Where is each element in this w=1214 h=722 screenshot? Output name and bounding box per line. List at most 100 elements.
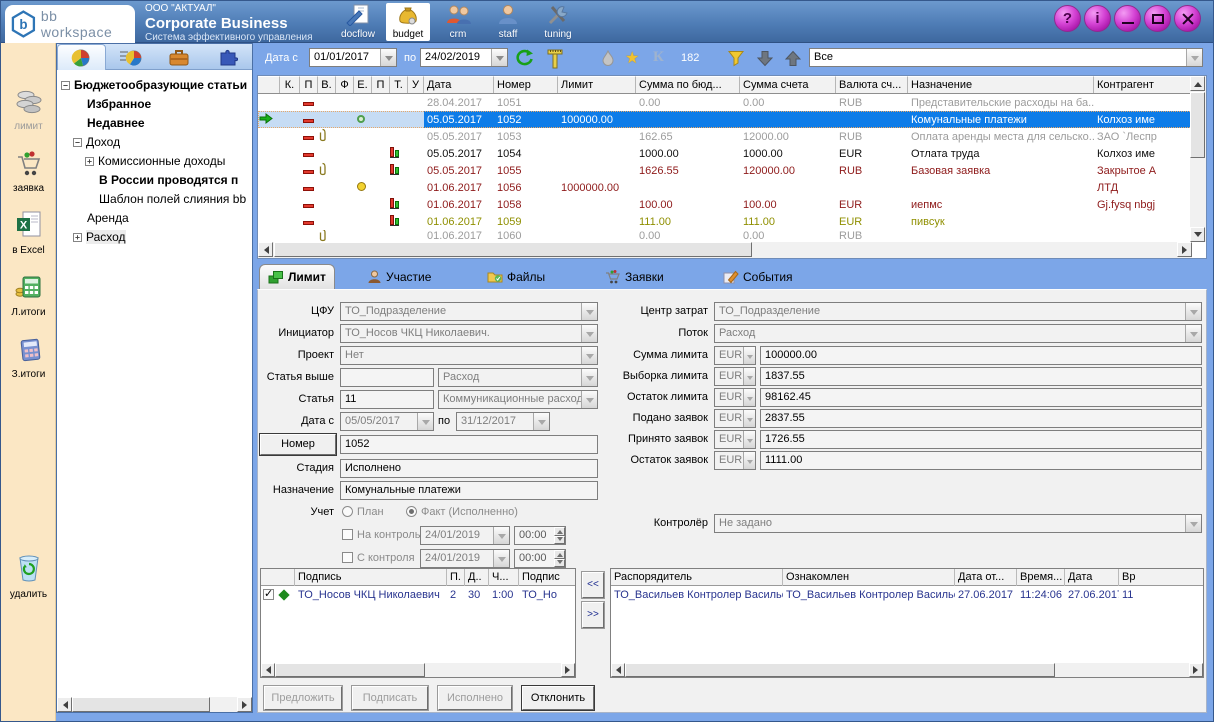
article-number-field[interactable]: 11: [340, 390, 434, 409]
chevron-down-icon[interactable]: [581, 391, 597, 408]
col-t[interactable]: Т.: [390, 76, 408, 93]
tree-horizontal-scrollbar[interactable]: [57, 697, 252, 712]
reject-button[interactable]: Отклонить: [522, 686, 594, 710]
table-row[interactable]: 05.05.2017 1055 1626.55 120000.00 RUB Ба…: [258, 162, 1206, 179]
chevron-down-icon[interactable]: [533, 413, 549, 430]
chevron-down-icon[interactable]: [417, 413, 433, 430]
article-name-select[interactable]: Коммуникационные расходы: [438, 390, 598, 409]
propose-button[interactable]: Предложить: [264, 686, 342, 710]
col-date-from[interactable]: Дата от...: [955, 569, 1017, 586]
tree-tab-reports[interactable]: [106, 44, 155, 70]
requests-submitted-field[interactable]: 2837.55: [760, 409, 1202, 428]
executed-button[interactable]: Исполнено: [438, 686, 512, 710]
tree-item-rent[interactable]: Аренда: [87, 209, 129, 227]
table-row-partial[interactable]: 01.06.2017 1060 0.00 0.00 RUB: [258, 230, 1206, 242]
chevron-down-icon[interactable]: [493, 550, 509, 567]
signatures-horizontal-scrollbar[interactable]: [261, 663, 575, 677]
col-p1[interactable]: П: [300, 76, 318, 93]
col-time[interactable]: Время...: [1017, 569, 1065, 586]
sidebar-item-delete[interactable]: удалить: [1, 555, 56, 600]
col-acknowledged[interactable]: Ознакомлен: [783, 569, 955, 586]
fact-radio[interactable]: Факт (Исполненно): [406, 503, 518, 522]
chevron-down-icon[interactable]: [493, 527, 509, 544]
date-from-picker[interactable]: 01/01/2017: [309, 48, 397, 67]
chevron-down-icon[interactable]: [581, 303, 597, 320]
tree-item-favorites[interactable]: Избранное: [87, 95, 151, 113]
chevron-down-icon[interactable]: [743, 410, 755, 427]
col-number[interactable]: Номер: [494, 76, 558, 93]
spinner-arrows-icon[interactable]: [554, 527, 565, 544]
col-d[interactable]: Д..: [465, 569, 489, 586]
chevron-down-icon[interactable]: [743, 431, 755, 448]
table-row[interactable]: 01.06.2017 1058 100.00 100.00 EUR иепмс …: [258, 196, 1206, 213]
chevron-down-icon[interactable]: [491, 49, 507, 66]
ruler-button[interactable]: [547, 49, 563, 72]
tree-tab-plugins[interactable]: [203, 44, 252, 70]
purpose-field[interactable]: Комунальные платежи: [340, 481, 598, 500]
expander-expand-icon[interactable]: +: [73, 233, 82, 242]
tab-files[interactable]: Файлы: [479, 264, 553, 289]
cfu-select[interactable]: ТО_Подразделение: [340, 302, 598, 321]
tree-item-merge-template[interactable]: Шаблон полей слияния bb: [99, 190, 246, 208]
tree-item-recent[interactable]: Недавнее: [87, 114, 145, 132]
detail-date-to-picker[interactable]: 31/12/2017: [456, 412, 550, 431]
module-budget[interactable]: budget: [386, 3, 430, 41]
col-time2[interactable]: Вр: [1119, 569, 1201, 586]
sign-button[interactable]: Подписать: [352, 686, 428, 710]
signature-row[interactable]: ТО_Носов ЧКЦ Николаевич 2 30 1:00 ТО_Но: [261, 586, 575, 603]
col-manager[interactable]: Распорядитель: [611, 569, 783, 586]
k-button[interactable]: К: [653, 49, 664, 66]
requests-rest-currency[interactable]: EUR: [714, 451, 756, 470]
limit-rest-currency[interactable]: EUR: [714, 388, 756, 407]
fromcontrol-time-spinner[interactable]: 00:00: [514, 549, 566, 568]
chevron-down-icon[interactable]: [581, 325, 597, 342]
checkbox-on-icon[interactable]: [263, 589, 274, 600]
module-staff[interactable]: staff: [486, 3, 530, 41]
initiator-select[interactable]: ТО_Носов ЧКЦ Николаевич.: [340, 324, 598, 343]
tree-item-russia-holidays[interactable]: В России проводятся п: [99, 171, 238, 189]
tab-limit[interactable]: Лимит: [259, 264, 335, 289]
table-horizontal-scrollbar[interactable]: [258, 242, 1192, 258]
table-row[interactable]: 05.05.2017 1053 162.65 12000.00 RUB Опла…: [258, 128, 1206, 145]
oncontrol-date-picker[interactable]: 24/01/2019: [420, 526, 510, 545]
oncontrol-time-spinner[interactable]: 00:00: [514, 526, 566, 545]
date-to-picker[interactable]: 24/02/2019: [420, 48, 508, 67]
controller-row[interactable]: ТО_Васильев Контролер Васильевич ТО_Васи…: [611, 586, 1203, 603]
module-docflow[interactable]: docflow: [336, 3, 380, 41]
chevron-down-icon[interactable]: [1185, 515, 1201, 532]
tab-events[interactable]: События: [715, 264, 801, 289]
flame-button-disabled[interactable]: [601, 50, 615, 70]
sidebar-item-limit[interactable]: лимит: [1, 89, 56, 132]
col-ch[interactable]: Ч...: [489, 569, 519, 586]
filter-button[interactable]: [727, 50, 745, 70]
tree-tab-portfolio[interactable]: [155, 44, 204, 70]
limit-sum-field[interactable]: 100000.00: [760, 346, 1202, 365]
col-k[interactable]: К.: [280, 76, 300, 93]
chevron-down-icon[interactable]: [581, 347, 597, 364]
chevron-down-icon[interactable]: [743, 389, 755, 406]
col-currency[interactable]: Валюта сч...: [836, 76, 908, 93]
move-down-button[interactable]: [757, 50, 773, 70]
limit-sum-currency[interactable]: EUR: [714, 346, 756, 365]
col-p2[interactable]: П: [372, 76, 390, 93]
number-field[interactable]: 1052: [340, 435, 598, 454]
table-row[interactable]: 01.06.2017 1059 111.00 111.00 EUR пивсук: [258, 213, 1206, 230]
requests-accepted-field[interactable]: 1726.55: [760, 430, 1202, 449]
chevron-down-icon[interactable]: [1186, 49, 1202, 66]
col-date[interactable]: Дата: [424, 76, 494, 93]
chevron-down-icon[interactable]: [380, 49, 396, 66]
module-crm[interactable]: crm: [436, 3, 480, 41]
tree-item-income[interactable]: − Доход: [73, 133, 120, 151]
maximize-button[interactable]: [1144, 5, 1171, 32]
spinner-arrows-icon[interactable]: [554, 550, 565, 567]
module-tuning[interactable]: tuning: [536, 3, 580, 41]
tree-item-expense[interactable]: + Расход: [73, 228, 126, 246]
sidebar-item-request[interactable]: заявка: [1, 151, 56, 194]
table-row[interactable]: 05.05.2017 1054 1000.00 1000.00 EUR Отла…: [258, 145, 1206, 162]
flow-select[interactable]: Расход: [714, 324, 1202, 343]
move-up-button[interactable]: [785, 50, 801, 70]
chevron-down-icon[interactable]: [1185, 303, 1201, 320]
tab-requests[interactable]: Заявки: [597, 264, 672, 289]
expander-collapse-icon[interactable]: −: [61, 81, 70, 90]
col-contragent[interactable]: Контрагент: [1094, 76, 1190, 93]
